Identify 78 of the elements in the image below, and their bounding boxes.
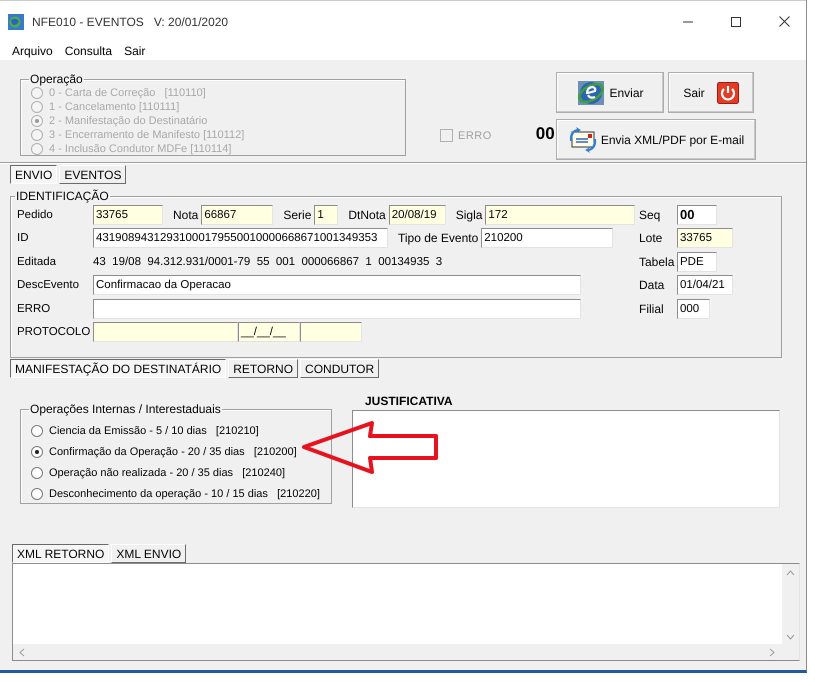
- field-label: Filial: [639, 302, 665, 316]
- app-icon: [8, 14, 24, 30]
- field-label: Editada: [17, 256, 58, 268]
- tab[interactable]: ENVIO: [10, 165, 58, 184]
- text-field[interactable]: 172: [485, 204, 636, 225]
- send-button[interactable]: Enviar: [556, 72, 664, 113]
- radio-label: 0 - Carta de Correção [110110]: [49, 87, 206, 99]
- text-field[interactable]: 43190894312931000179550010000668671001349353: [93, 228, 388, 248]
- text-field[interactable]: 210200: [481, 228, 614, 248]
- text-field[interactable]: [93, 322, 238, 342]
- envelope-icon: [568, 126, 598, 152]
- justification-label: JUSTIFICATIVA: [364, 394, 454, 410]
- window-title: NFE010 - EVENTOS V: 20/01/2020: [32, 14, 228, 28]
- text-field[interactable]: __/__/__: [238, 322, 300, 342]
- radio-label: 2 - Manifestação do Destinatário: [49, 115, 208, 127]
- text-field[interactable]: 66867: [201, 204, 274, 225]
- group-title: Operações Internas / Interestaduais: [29, 402, 222, 416]
- scroll-right-icon[interactable]: [769, 648, 775, 656]
- text-field[interactable]: 1: [314, 204, 338, 225]
- menu-item[interactable]: Consulta: [64, 44, 112, 58]
- field-label: Serie: [283, 208, 312, 222]
- field-label: Tipo de Evento: [398, 231, 478, 246]
- text-field[interactable]: [93, 298, 581, 319]
- text-field[interactable]: PDE: [677, 252, 717, 272]
- email-button[interactable]: Envia XML/PDF por E-mail: [556, 119, 756, 160]
- field-label: Nota: [173, 208, 198, 222]
- maximize-icon[interactable]: [731, 16, 741, 26]
- field-label: Data: [639, 278, 666, 292]
- field-label: Lote: [639, 231, 664, 246]
- field-label: DtNota: [348, 208, 386, 222]
- tab[interactable]: MANIFESTAÇÃO DO DESTINATÁRIO: [10, 359, 226, 378]
- field-label: Seq: [639, 208, 662, 222]
- field-label: PROTOCOLO: [17, 326, 91, 338]
- group-title: IDENTIFICAÇÃO: [15, 189, 110, 203]
- menu-item[interactable]: Arquivo: [12, 44, 53, 58]
- tab[interactable]: EVENTOS: [59, 165, 126, 184]
- radio-button[interactable]: [31, 488, 43, 500]
- radio-label: 1 - Cancelamento [110111]: [49, 101, 180, 113]
- group-title: Operação: [29, 72, 84, 86]
- tab[interactable]: RETORNO: [228, 359, 298, 378]
- checkbox-label: ERRO: [458, 130, 492, 142]
- text-field[interactable]: 000: [677, 298, 710, 319]
- radio-button[interactable]: [31, 424, 43, 436]
- field-label: ID: [17, 232, 30, 244]
- field-label: ERRO: [17, 302, 52, 315]
- text-field[interactable]: 00: [677, 204, 717, 225]
- radio-label: Ciencia da Emissão - 5 / 10 dias [210210]: [49, 424, 259, 436]
- counter-value: 00: [536, 124, 555, 144]
- justification-field[interactable]: [352, 410, 780, 508]
- radio-label: 3 - Encerramento de Manifesto [110112]: [49, 129, 244, 141]
- close-icon[interactable]: [779, 16, 790, 27]
- text-field[interactable]: Confirmacao da Operacao: [93, 275, 581, 296]
- scroll-up-icon[interactable]: [786, 570, 795, 576]
- radio-button[interactable]: [31, 466, 43, 478]
- tab[interactable]: XML RETORNO: [12, 544, 110, 563]
- radio-label: 4 - Inclusão Condutor MDFe [110114]: [49, 143, 232, 155]
- exit-button[interactable]: Sair: [668, 72, 754, 113]
- field-label: Tabela: [639, 254, 676, 269]
- scroll-down-icon[interactable]: [786, 634, 795, 640]
- text-field[interactable]: 33765: [93, 204, 163, 225]
- field-label: Sigla: [456, 208, 482, 222]
- xml-text-area[interactable]: [12, 563, 800, 661]
- field-label: Pedido: [17, 208, 54, 221]
- radio-label: Desconhecimento da operação - 10 / 15 dias [210220]: [49, 488, 320, 500]
- text-field[interactable]: 20/08/19: [388, 204, 446, 225]
- radio-label: Confirmação da Operação - 20 / 35 dias [210200]: [49, 446, 297, 458]
- tab[interactable]: XML ENVIO: [111, 544, 186, 563]
- text-field[interactable]: [300, 322, 362, 342]
- field-label: DescEvento: [17, 279, 80, 292]
- text-field[interactable]: 01/04/21: [677, 275, 733, 296]
- edited-key-text: 43 19/08 94.312.931/0001-79 55 001 000066867 1 00134935 3: [93, 256, 442, 268]
- menu-item[interactable]: Sair: [124, 44, 146, 58]
- power-icon: [716, 82, 739, 104]
- text-field[interactable]: 33765: [677, 228, 733, 248]
- tab[interactable]: CONDUTOR: [300, 359, 380, 378]
- radio-button[interactable]: [31, 446, 43, 458]
- scroll-left-icon[interactable]: [19, 648, 25, 656]
- radio-label: Operação não realizada - 20 / 35 dias [210240]: [49, 466, 286, 478]
